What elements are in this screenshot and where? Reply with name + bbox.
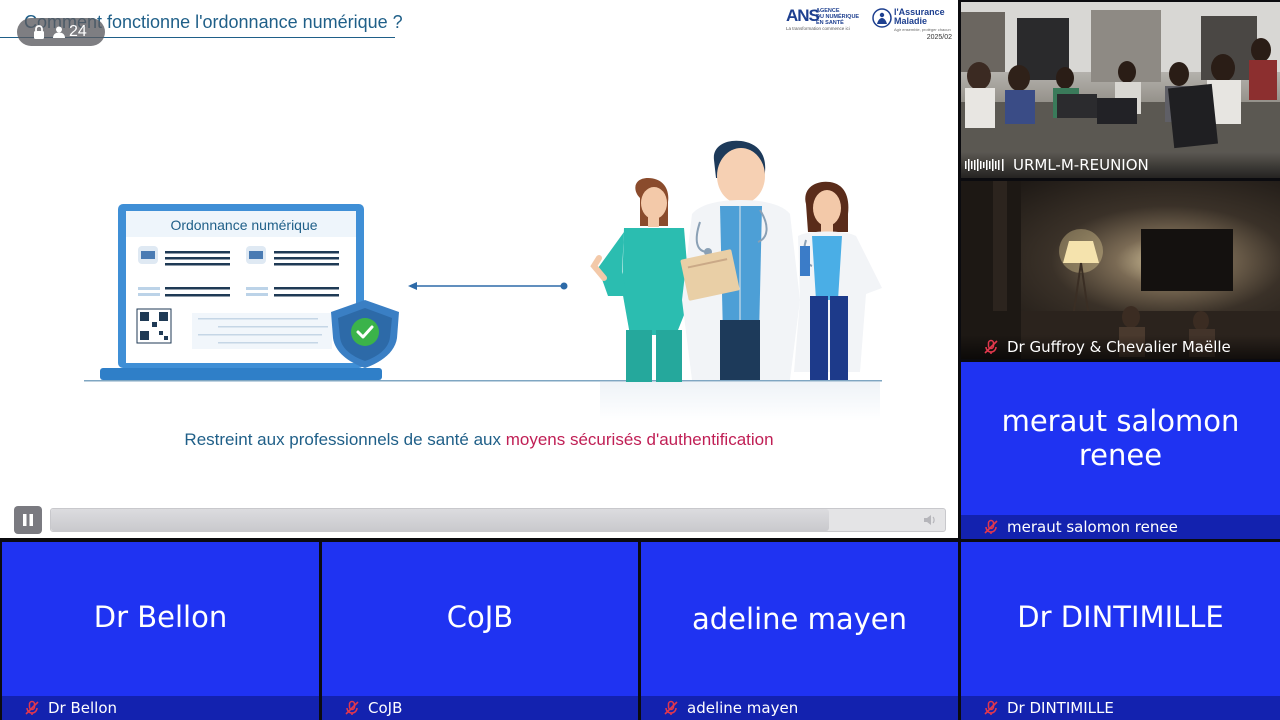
pause-icon xyxy=(23,514,33,526)
participant-name: Dr Bellon xyxy=(48,699,118,717)
participant-tile-adeline[interactable]: adeline mayen adeline mayen xyxy=(641,542,958,720)
participant-display-name: adeline mayen xyxy=(692,602,907,636)
video-progress-fill xyxy=(51,509,829,531)
participant-name-bar: meraut salomon renee xyxy=(961,515,1280,539)
participant-display-name: meraut salomon renee xyxy=(1001,404,1240,472)
participant-name: Dr Guffroy & Chevalier Maëlle xyxy=(1007,338,1231,356)
slide-illustration: Ordonnance numérique xyxy=(84,140,882,420)
participant-name-bar: Dr DINTIMILLE xyxy=(961,696,1280,720)
participant-name-bar: Dr Bellon xyxy=(2,696,319,720)
caption-part1: Restreint aux professionnels de santé au… xyxy=(184,430,506,449)
participant-tile-cojb[interactable]: CoJB CoJB xyxy=(322,542,638,720)
muted-mic-icon xyxy=(25,700,39,715)
caption-highlight: moyens sécurisés d'authentification xyxy=(505,430,774,449)
meeting-window: Comment fonctionne l'ordonnance numériqu… xyxy=(0,0,1280,720)
participant-tile-urml[interactable]: URML-M-REUNION xyxy=(961,2,1280,178)
muted-mic-icon xyxy=(984,519,998,534)
health-professionals-illustration xyxy=(590,140,882,382)
participant-name-bar: CoJB xyxy=(322,696,638,720)
laptop-screen-title: Ordonnance numérique xyxy=(170,217,317,233)
pause-button[interactable] xyxy=(14,506,42,534)
muted-mic-icon xyxy=(984,700,998,715)
participant-name: Dr DINTIMILLE xyxy=(1007,699,1114,717)
ground-line xyxy=(84,380,882,420)
participant-tile-bellon[interactable]: Dr Bellon Dr Bellon xyxy=(2,542,319,720)
participant-tile-guffroy[interactable]: Dr Guffroy & Chevalier Maëlle xyxy=(961,181,1280,359)
shared-screen[interactable]: Comment fonctionne l'ordonnance numériqu… xyxy=(0,0,958,538)
muted-mic-icon xyxy=(664,700,678,715)
participant-tile-meraut[interactable]: meraut salomon renee meraut salomon rene… xyxy=(961,362,1280,539)
participant-name: URML-M-REUNION xyxy=(1013,156,1149,174)
participant-name: meraut salomon renee xyxy=(1007,518,1178,536)
muted-mic-icon xyxy=(984,339,998,354)
participant-display-name: Dr Bellon xyxy=(93,600,228,634)
video-controls xyxy=(14,506,946,534)
arrow-left-icon xyxy=(408,282,568,290)
participant-display-name: CoJB xyxy=(446,600,514,634)
participant-display-name: Dr DINTIMILLE xyxy=(1017,600,1224,634)
participant-tile-dintimille[interactable]: Dr DINTIMILLE Dr DINTIMILLE xyxy=(961,542,1280,720)
participant-name: CoJB xyxy=(368,699,403,717)
video-progress-bar[interactable] xyxy=(50,508,946,532)
volume-icon[interactable] xyxy=(923,514,937,526)
participant-name-bar: Dr Guffroy & Chevalier Maëlle xyxy=(961,335,1280,359)
slide-caption: Restreint aux professionnels de santé au… xyxy=(0,430,958,450)
participant-name-bar: adeline mayen xyxy=(641,696,958,720)
participant-name-bar: URML-M-REUNION xyxy=(961,152,1280,178)
audio-level-icon xyxy=(965,159,1004,171)
muted-mic-icon xyxy=(345,700,359,715)
participant-name: adeline mayen xyxy=(687,699,799,717)
home-video-feed xyxy=(961,181,1280,359)
